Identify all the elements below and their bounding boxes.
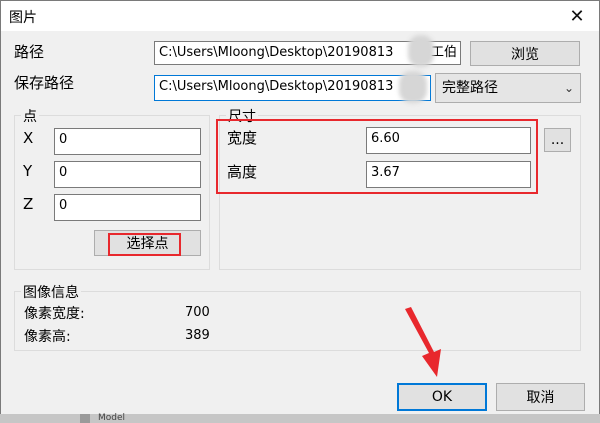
browse-button[interactable]: 浏览 xyxy=(470,41,580,66)
pixel-width-value: 700 xyxy=(185,305,210,320)
close-icon[interactable]: ✕ xyxy=(555,1,599,31)
background-app-strip xyxy=(0,414,600,423)
image-info-group-title: 图像信息 xyxy=(21,282,81,302)
annotation-highlight xyxy=(216,119,538,194)
save-path-mode-value: 完整路径 xyxy=(442,80,498,96)
path-label: 路径 xyxy=(14,43,45,61)
cancel-button[interactable]: 取消 xyxy=(496,383,585,411)
z-label: Z xyxy=(23,195,34,213)
background-model-label: Model xyxy=(98,413,126,423)
x-input[interactable]: 0 xyxy=(54,128,201,155)
chevron-down-icon: ⌄ xyxy=(563,81,574,95)
save-path-mode-select[interactable]: 完整路径 ⌄ xyxy=(435,73,581,103)
point-group-title: 点 xyxy=(21,106,39,126)
redaction-blur xyxy=(408,35,434,67)
ok-button[interactable]: OK xyxy=(397,383,487,411)
title-bar[interactable]: 图片 ✕ xyxy=(1,1,599,31)
pixel-height-label: 像素高: xyxy=(24,329,71,345)
save-path-input[interactable]: C:\Users\Mloong\Desktop\20190813 xyxy=(154,75,431,101)
more-button[interactable]: ... xyxy=(544,128,571,152)
z-input[interactable]: 0 xyxy=(54,194,201,221)
image-info-group: 图像信息 xyxy=(14,282,581,351)
x-label: X xyxy=(23,129,34,147)
redaction-blur xyxy=(399,71,427,103)
annotation-arrow-icon xyxy=(405,307,441,377)
pixel-height-value: 389 xyxy=(185,328,210,343)
path-value-tail: 工伯 xyxy=(431,45,458,60)
model-icon xyxy=(80,414,90,423)
pixel-width-label: 像素宽度: xyxy=(24,306,85,322)
path-value: C:\Users\Mloong\Desktop\20190813 xyxy=(159,45,394,60)
window-title: 图片 xyxy=(9,10,37,26)
y-input[interactable]: 0 xyxy=(54,161,201,188)
picture-dialog: 图片 ✕ 路径 C:\Users\Mloong\Desktop\20190813… xyxy=(0,0,600,416)
save-path-label: 保存路径 xyxy=(14,74,75,92)
annotation-highlight xyxy=(108,233,181,256)
y-label: Y xyxy=(23,162,33,180)
save-path-value: C:\Users\Mloong\Desktop\20190813 xyxy=(159,79,394,94)
